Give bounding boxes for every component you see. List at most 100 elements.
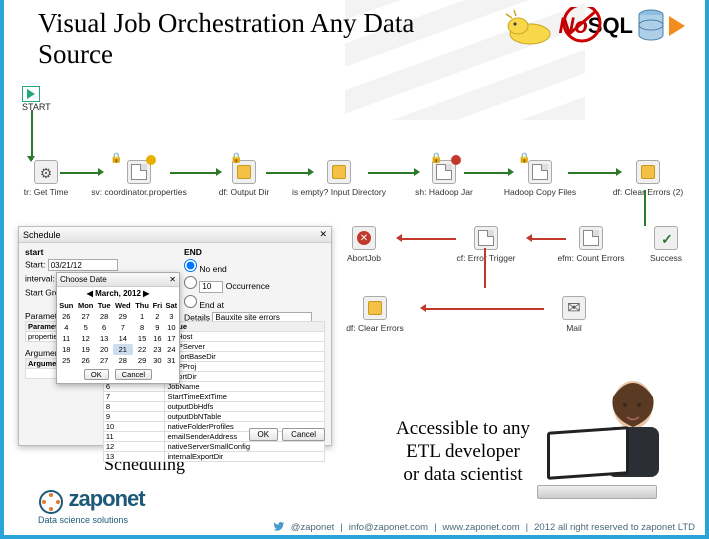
- twitter-icon: [273, 521, 285, 533]
- dialog-titlebar[interactable]: Choose Date ✕: [57, 273, 179, 287]
- footer-web[interactable]: www.zaponet.com: [443, 522, 520, 533]
- dialog-titlebar[interactable]: Schedule ✕: [19, 227, 331, 243]
- day-cell[interactable]: 10: [164, 322, 179, 333]
- day-cell[interactable]: 17: [164, 333, 179, 344]
- next-month-icon[interactable]: ▶: [143, 289, 149, 298]
- workflow-node[interactable]: df: Clear Errors (2): [600, 160, 696, 197]
- day-cell[interactable]: 12: [76, 333, 96, 344]
- day-cell[interactable]: 11: [57, 333, 76, 344]
- copy-icon: [528, 160, 552, 184]
- day-cell[interactable]: 5: [76, 322, 96, 333]
- connector: [170, 172, 218, 174]
- table-row[interactable]: 12nativeServerSmallConfig: [103, 442, 324, 452]
- day-cell[interactable]: 16: [151, 333, 164, 344]
- day-cell[interactable]: 6: [96, 322, 113, 333]
- cancel-button[interactable]: Cancel: [115, 369, 152, 380]
- day-cell[interactable]: 19: [76, 344, 96, 355]
- day-cell[interactable]: 20: [96, 344, 113, 355]
- workflow-node[interactable]: 🔒 df: Output Dir: [204, 160, 284, 197]
- day-cell[interactable]: 8: [133, 322, 151, 333]
- day-cell[interactable]: 29: [113, 311, 134, 322]
- day-cell[interactable]: 3: [164, 311, 179, 322]
- day-cell[interactable]: 30: [151, 355, 164, 366]
- footer-email[interactable]: info@zaponet.com: [349, 522, 428, 533]
- day-cell[interactable]: 28: [113, 355, 134, 366]
- workflow-node[interactable]: 🔒 sh: Hadoop Jar: [404, 160, 484, 197]
- workflow-node[interactable]: Mail: [550, 296, 598, 333]
- day-cell[interactable]: 27: [96, 355, 113, 366]
- arrow-left-icon: [420, 304, 426, 312]
- day-cell[interactable]: 1: [133, 311, 151, 322]
- lock-icon: 🔒: [518, 153, 530, 164]
- day-cell[interactable]: 13: [96, 333, 113, 344]
- arrow-right-icon: [216, 168, 222, 176]
- radio-noend[interactable]: No end: [184, 259, 325, 274]
- day-cell[interactable]: 26: [76, 355, 96, 366]
- day-cell[interactable]: 22: [133, 344, 151, 355]
- month-label: ◀ March, 2012 ▶: [57, 287, 179, 300]
- arrow-left-icon: [526, 234, 532, 242]
- workflow-node[interactable]: efm: Count Errors: [546, 226, 636, 263]
- trigger-icon: [474, 226, 498, 250]
- day-cell[interactable]: 2: [151, 311, 164, 322]
- database-icon: [637, 9, 665, 43]
- laptop-icon: [537, 429, 657, 499]
- day-cell[interactable]: 29: [133, 355, 151, 366]
- cancel-button[interactable]: Cancel: [282, 428, 325, 441]
- ok-button[interactable]: OK: [84, 369, 109, 380]
- radio-endat[interactable]: End at: [184, 295, 325, 310]
- lock-icon: 🔒: [230, 153, 242, 164]
- footer-twitter[interactable]: @zaponet: [291, 522, 334, 533]
- close-icon[interactable]: ✕: [169, 275, 176, 284]
- day-cell[interactable]: 4: [57, 322, 76, 333]
- hadoop-icon: [500, 6, 554, 46]
- day-cell[interactable]: 25: [57, 355, 76, 366]
- workflow-node[interactable]: Success: [634, 226, 698, 263]
- day-cell[interactable]: 28: [96, 311, 113, 322]
- day-cell[interactable]: 9: [151, 322, 164, 333]
- play-icon: [22, 86, 40, 102]
- table-row[interactable]: 13internalExportDir: [103, 452, 324, 462]
- day-cell[interactable]: 18: [57, 344, 76, 355]
- close-icon[interactable]: ✕: [319, 229, 327, 240]
- day-cell[interactable]: 24: [164, 344, 179, 355]
- workflow-node[interactable]: tr: Get Time: [6, 160, 86, 197]
- workflow-node[interactable]: AbortJob: [332, 226, 396, 263]
- workflow-node[interactable]: 🔒 Hadoop Copy Files: [492, 160, 588, 197]
- count-input[interactable]: [199, 281, 223, 293]
- workflow-node[interactable]: is empty? Input Directory: [284, 160, 394, 197]
- day-cell[interactable]: 7: [113, 322, 134, 333]
- folder-clear-icon: [363, 296, 387, 320]
- table-row[interactable]: 7StartTimeExtTime: [103, 392, 324, 402]
- day-cell[interactable]: 26: [57, 311, 76, 322]
- ok-button[interactable]: OK: [249, 428, 279, 441]
- day-cell[interactable]: 23: [151, 344, 164, 355]
- day-cell-selected[interactable]: 21: [113, 344, 134, 355]
- radio-count[interactable]: Occurrence: [184, 276, 325, 293]
- connector: [464, 172, 510, 174]
- connector-error: [400, 238, 456, 240]
- accessible-caption: Accessible to any ETL developer or data …: [396, 418, 530, 486]
- arrow-right-icon: [414, 168, 420, 176]
- start-date-input[interactable]: [48, 259, 118, 271]
- prev-month-icon[interactable]: ◀: [87, 289, 93, 298]
- person-with-laptop-image: [537, 369, 677, 499]
- badge-icon: [451, 155, 461, 165]
- workflow-node[interactable]: cf: Error Trigger: [444, 226, 528, 263]
- group-label: start: [25, 247, 166, 257]
- connector-error: [424, 308, 544, 310]
- field-row: Start:: [25, 259, 166, 271]
- table-row[interactable]: 9outputDbNTable: [103, 412, 324, 422]
- day-cell[interactable]: 31: [164, 355, 179, 366]
- table-row[interactable]: 8outputDbHdfs: [103, 402, 324, 412]
- arrow-right-icon: [308, 168, 314, 176]
- arrow-right-icon: [669, 16, 685, 36]
- workflow-node[interactable]: df: Clear Errors: [330, 296, 420, 333]
- day-cell[interactable]: 15: [133, 333, 151, 344]
- badge-icon: [146, 155, 156, 165]
- workflow-node[interactable]: 🔒 sv: coordinator.properties: [84, 160, 194, 197]
- day-cell[interactable]: 27: [76, 311, 96, 322]
- dialog-title: Schedule: [23, 230, 61, 240]
- logo-mark-icon: [38, 489, 64, 515]
- day-cell[interactable]: 14: [113, 333, 134, 344]
